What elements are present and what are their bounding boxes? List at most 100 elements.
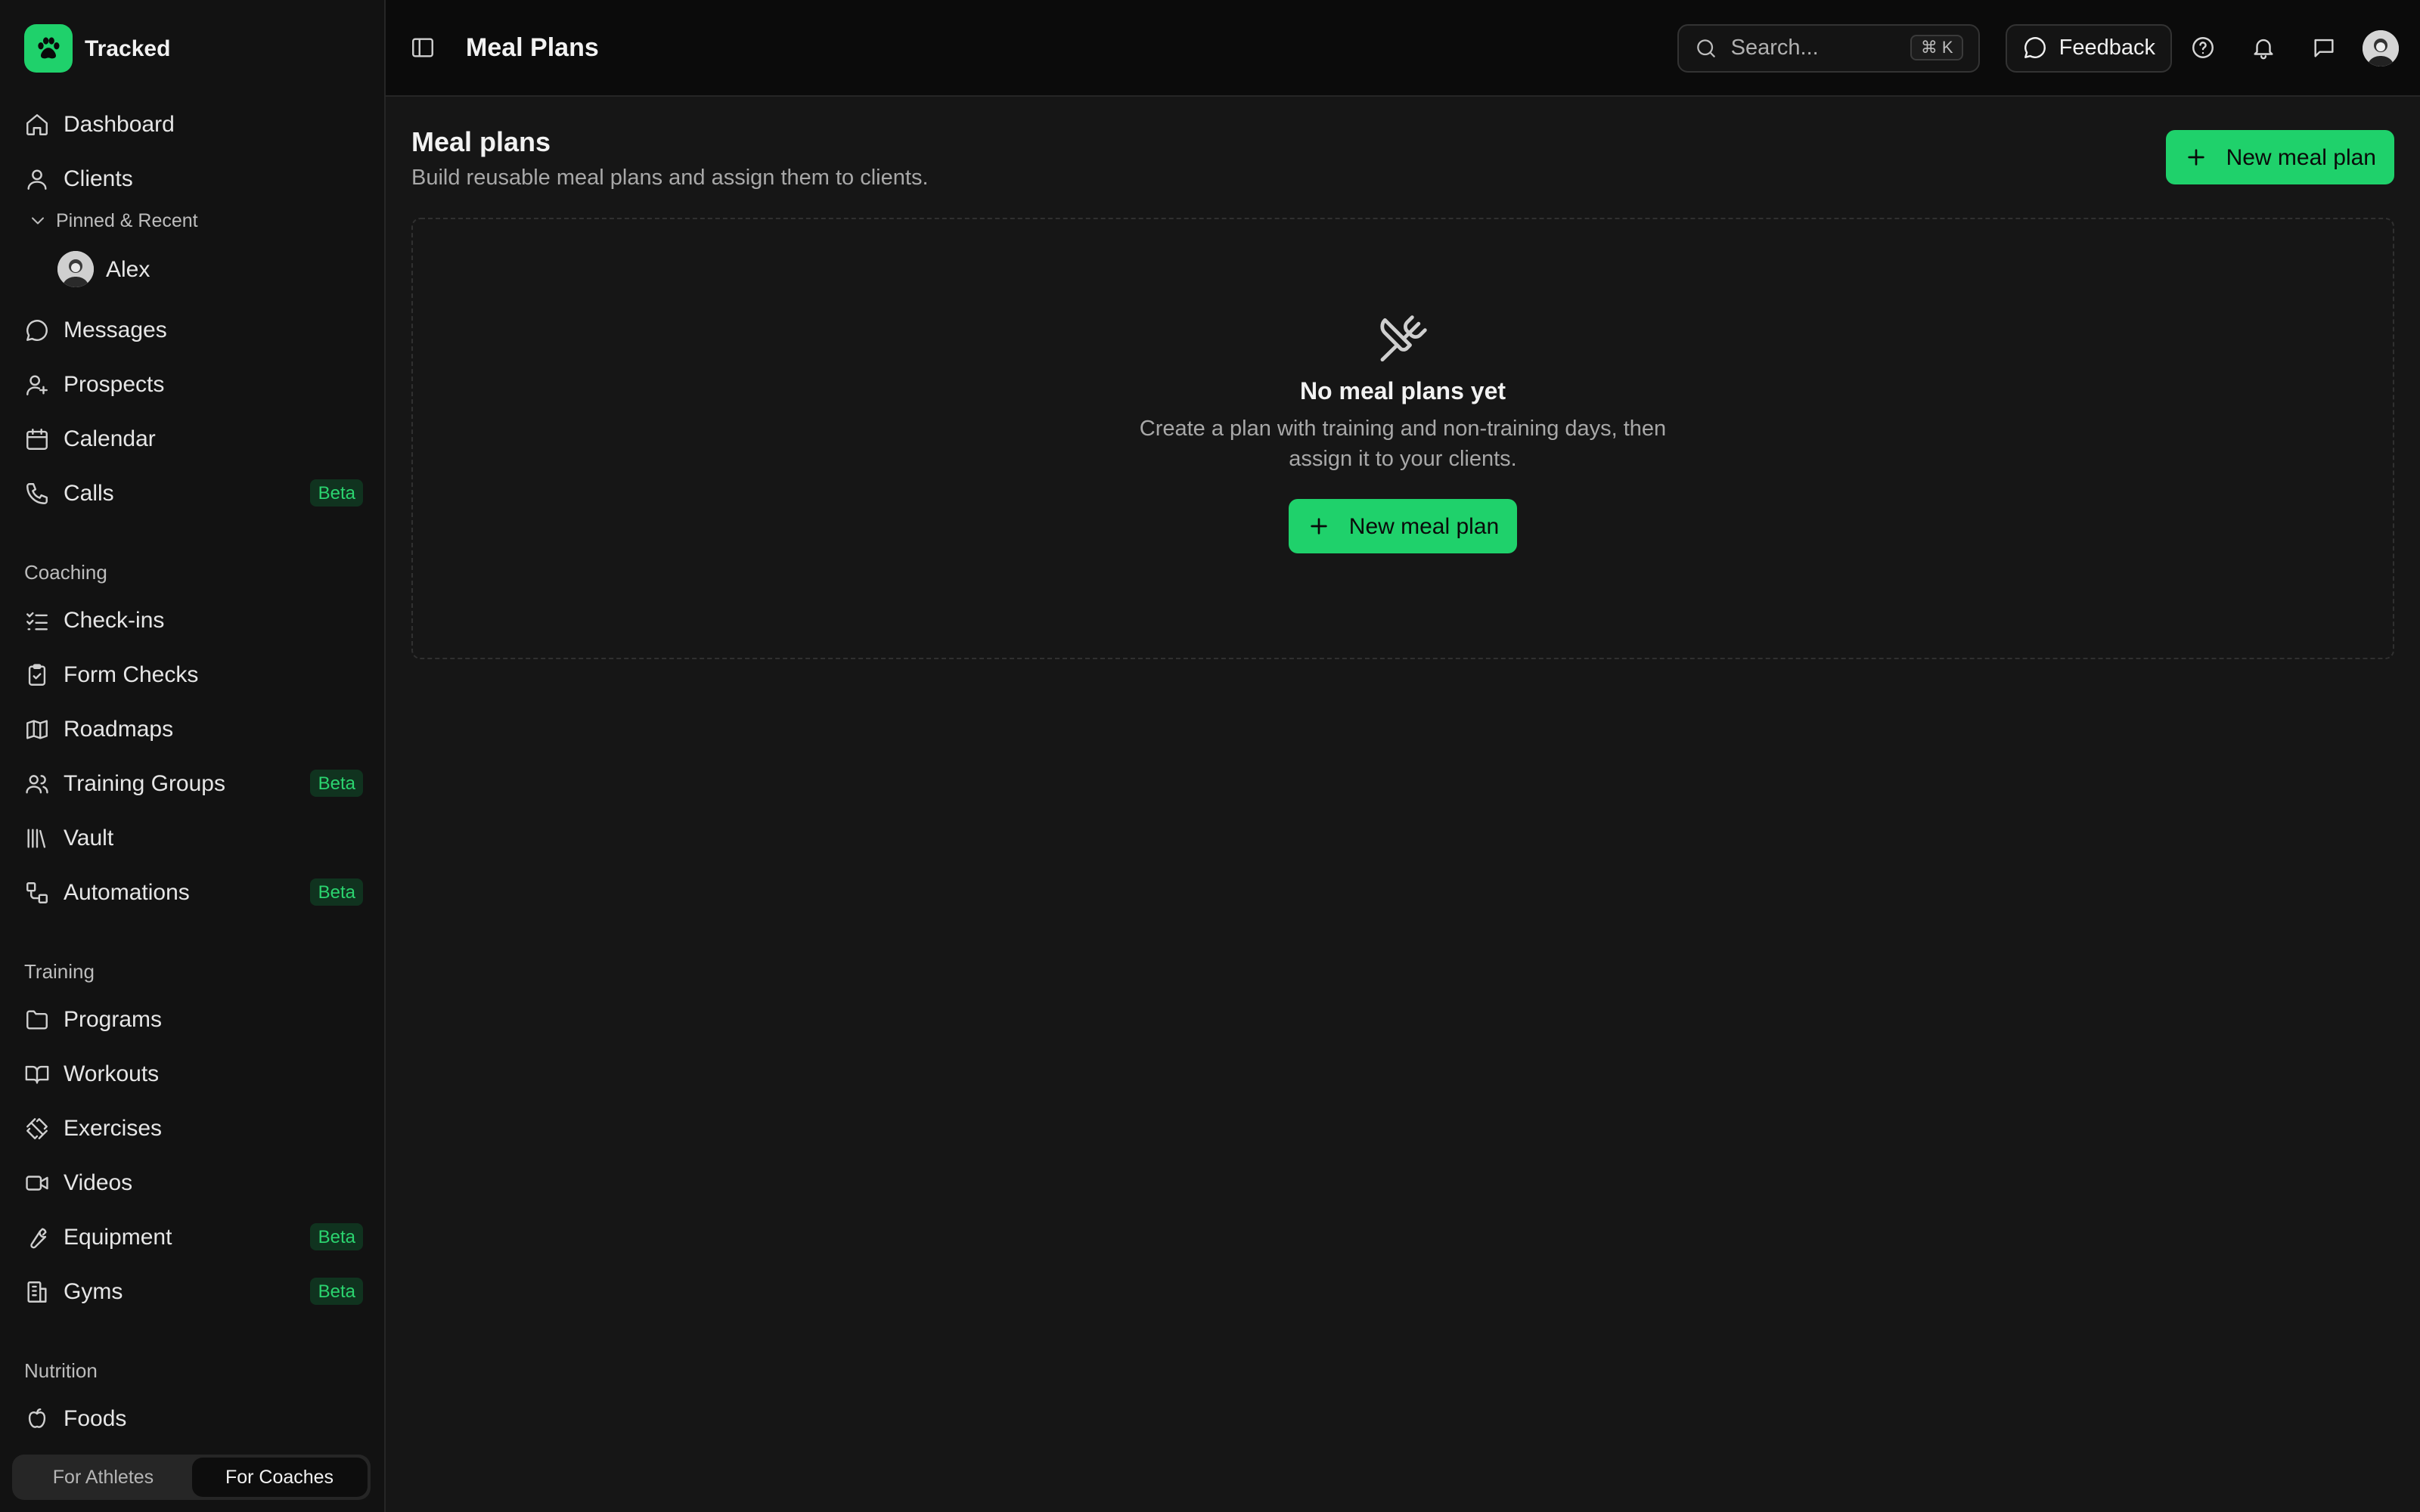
search-icon [1697,39,1716,57]
toggle-for-coaches[interactable]: For Coaches [191,1458,368,1497]
sidebar-item-videos[interactable]: Videos [12,1155,372,1210]
sidebar-item-label: Foods [64,1405,127,1431]
button-label: New meal plan [1348,513,1500,539]
plus-icon [1311,518,1327,534]
bell-icon [2253,39,2273,60]
sidebar-item-form-checks[interactable]: Form Checks [12,647,372,702]
sidebar-item-prospects[interactable]: Prospects [12,357,372,411]
sidebar: Tracked Dashboard Clients Pinned & Recen… [0,0,386,1512]
button-label: New meal plan [2226,144,2376,170]
panel-left-icon [412,38,433,57]
sidebar-item-label: Calendar [64,426,156,451]
calendar-icon [26,428,48,449]
search-input[interactable]: Search... ⌘ K [1677,23,1981,72]
sidebar-item-label: Form Checks [64,662,199,687]
user-icon [27,169,47,189]
beta-badge: Beta [310,878,363,906]
sidebar-item-foods[interactable]: Foods [12,1391,372,1445]
sidebar-item-clients[interactable]: Clients [12,151,372,206]
sidebar-item-label: Clients [64,166,133,191]
page-title: Meal Plans [466,33,599,61]
sidebar-item-calls[interactable]: Calls Beta [12,466,372,520]
sidebar-item-label: Exercises [64,1115,163,1141]
sidebar-item-label: Dashboard [64,111,175,137]
section-heading: Meal plans [411,127,551,157]
sidebar-item-calendar[interactable]: Calendar [12,411,372,466]
dumbbell-icon [26,1117,48,1139]
sidebar-item-workouts[interactable]: Workouts [12,1046,372,1101]
new-meal-plan-button[interactable]: New meal plan [2165,130,2394,184]
sidebar-item-roadmaps[interactable]: Roadmaps [12,702,372,756]
folder-icon [26,1009,48,1029]
sidebar-item-check-ins[interactable]: Check-ins [12,593,372,647]
pinned-client-alex[interactable]: Alex [12,236,372,302]
map-icon [26,719,48,739]
home-icon [26,113,48,135]
topbar: Meal Plans Search... ⌘ K Feedback [386,0,2420,97]
meal-plans-content: Meal plans Build reusable meal plans and… [386,97,2420,659]
audience-toggle: For Athletes For Coaches [12,1455,371,1500]
sidebar-item-label: Check-ins [64,607,165,633]
user-avatar[interactable] [2363,29,2399,66]
sidebar-item-label: Calls [64,480,114,506]
sidebar-item-label: Roadmaps [64,716,174,742]
book-open-icon [25,1064,49,1083]
brand[interactable]: Tracked [0,0,384,97]
sidebar-item-label: Programs [64,1006,163,1032]
pinned-recent-toggle[interactable]: Pinned & Recent [12,206,372,236]
workflow-icon [26,881,48,903]
coaching-nav: Check-ins Form Checks Roadmaps Training … [0,593,384,919]
clipboard-check-icon [28,663,46,685]
search-placeholder: Search... [1730,36,1819,60]
sidebar-item-programs[interactable]: Programs [12,992,372,1046]
sidebar-item-automations[interactable]: Automations Beta [12,865,372,919]
help-circle-icon [2192,37,2213,58]
apple-icon [28,1408,46,1427]
sidebar-item-label: Gyms [64,1278,123,1304]
section-label-nutrition: Nutrition [24,1359,98,1381]
sidebar-item-dashboard[interactable]: Dashboard [12,97,372,151]
pinned-client-label: Alex [106,256,150,282]
sidebar-item-label: Videos [64,1170,133,1195]
avatar [57,251,94,287]
section-subheading: Build reusable meal plans and assign the… [411,166,929,191]
topbar-actions: Search... ⌘ K Feedback [1677,0,2399,95]
empty-new-meal-plan-button[interactable]: New meal plan [1288,499,1518,553]
notifications-button[interactable] [2232,35,2293,60]
sidebar-item-training-groups[interactable]: Training Groups Beta [12,756,372,810]
sidebar-item-messages[interactable]: Messages [12,302,372,357]
message-circle-icon [2024,37,2046,58]
beta-badge: Beta [310,1278,363,1305]
phone-icon [26,482,48,503]
library-icon [27,828,46,847]
plus-icon [2187,149,2204,166]
empty-state-title: No meal plans yet [1299,380,1506,405]
beta-badge: Beta [310,770,363,797]
sidebar-item-equipment[interactable]: Equipment Beta [12,1210,372,1264]
messages-button[interactable] [2293,35,2353,60]
sidebar-toggle-button[interactable] [410,35,436,60]
heading-row: Meal plans Build reusable meal plans and… [411,97,2394,218]
help-button[interactable] [2172,35,2232,60]
wrench-icon [30,1227,47,1248]
sidebar-item-label: Prospects [64,371,165,397]
paw-logo-icon [24,24,73,73]
video-icon [26,1175,48,1190]
message-circle-icon [26,319,48,340]
beta-badge: Beta [310,479,363,507]
building-icon [27,1281,47,1302]
user-plus-icon [26,374,48,395]
sidebar-item-vault[interactable]: Vault [12,810,372,865]
users-icon [26,774,48,793]
training-nav: Programs Workouts Exercises Videos Equip… [0,992,384,1318]
sidebar-item-label: Messages [64,317,167,342]
toggle-for-athletes[interactable]: For Athletes [15,1458,191,1497]
sidebar-item-label: Vault [64,825,114,850]
feedback-button[interactable]: Feedback [2006,23,2172,72]
section-label-coaching: Coaching [24,560,107,583]
sidebar-item-label: Equipment [64,1224,172,1250]
sidebar-item-gyms[interactable]: Gyms Beta [12,1264,372,1318]
sidebar-item-exercises[interactable]: Exercises [12,1101,372,1155]
list-checks-icon [26,611,48,630]
beta-badge: Beta [310,1223,363,1250]
